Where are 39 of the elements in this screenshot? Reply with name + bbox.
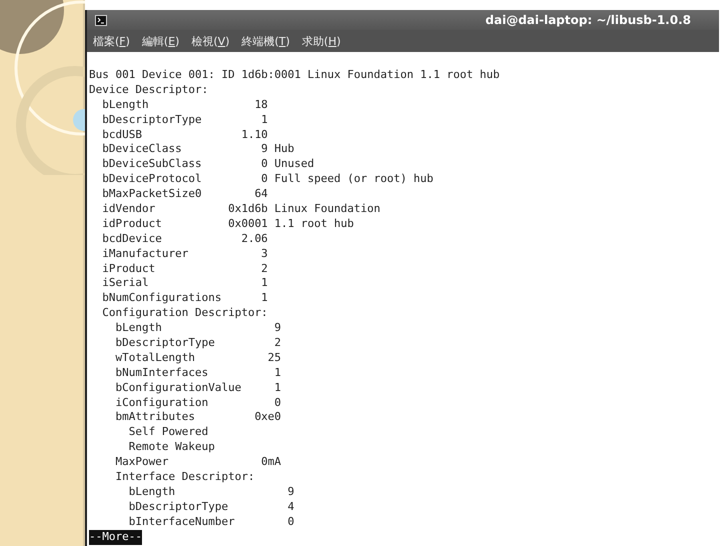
- output-line: bDeviceSubClass 0 Unused: [101, 157, 314, 170]
- output-line: iSerial 1: [101, 276, 268, 290]
- menu-item[interactable]: 編輯(E): [142, 34, 180, 48]
- output-line: bDescriptorType 2: [114, 336, 282, 350]
- output-line: bDeviceClass 9 Hub: [101, 142, 294, 156]
- output-line: MaxPower 0mA: [114, 455, 282, 468]
- menu-item[interactable]: 求助(H): [302, 34, 341, 48]
- output-line: Device Descriptor:: [89, 82, 208, 96]
- output-line: bmAttributes 0xe0: [114, 410, 282, 424]
- menu-item[interactable]: 檔案(F): [93, 34, 130, 48]
- output-line: Configuration Descriptor:: [101, 306, 268, 320]
- output-line: bMaxPacketSize0 64: [101, 187, 268, 200]
- output-line: bNumInterfaces 1: [114, 366, 282, 379]
- output-line: bDescriptorType 4: [128, 500, 294, 513]
- output-line: bLength 9: [128, 484, 294, 498]
- terminal-icon: [95, 14, 107, 26]
- output-line: bInterfaceNumber 0: [128, 514, 294, 528]
- output-line: iConfiguration 0: [114, 396, 282, 409]
- output-line: bcdUSB 1.10: [101, 128, 268, 141]
- output-line: Remote Wakeup: [128, 440, 215, 454]
- output-line: bLength 18: [101, 98, 268, 111]
- output-line: idProduct 0x0001 1.1 root hub: [101, 216, 354, 230]
- menu-item[interactable]: 檢視(V): [191, 34, 230, 48]
- output-line: bcdDevice 2.06: [101, 232, 268, 245]
- output-line: wTotalLength 25: [114, 350, 282, 364]
- output-line: bConfigurationValue 1: [114, 380, 282, 394]
- output-line: Self Powered: [128, 425, 208, 438]
- output-line: Bus 001 Device 001: ID 1d6b:0001 Linux Foundation 1.1 root hub: [89, 68, 500, 81]
- output-line: bDeviceProtocol 0 Full speed (or root) hub: [101, 172, 434, 186]
- pager-prompt: --More--: [89, 530, 142, 545]
- menu-item[interactable]: 終端機(T): [242, 34, 290, 48]
- window-title: dai@dai-laptop: ~/libusb-1.0.8: [485, 13, 691, 27]
- output-line: iManufacturer 3: [101, 246, 268, 260]
- output-line: idVendor 0x1d6b Linux Foundation: [101, 202, 380, 216]
- output-line: bNumConfigurations 1: [101, 291, 268, 304]
- output-line: bDescriptorType 1: [101, 112, 268, 126]
- output-line: bLength 9: [114, 321, 282, 334]
- output-line: Interface Descriptor:: [114, 470, 255, 484]
- output-line: iProduct 2: [101, 262, 268, 275]
